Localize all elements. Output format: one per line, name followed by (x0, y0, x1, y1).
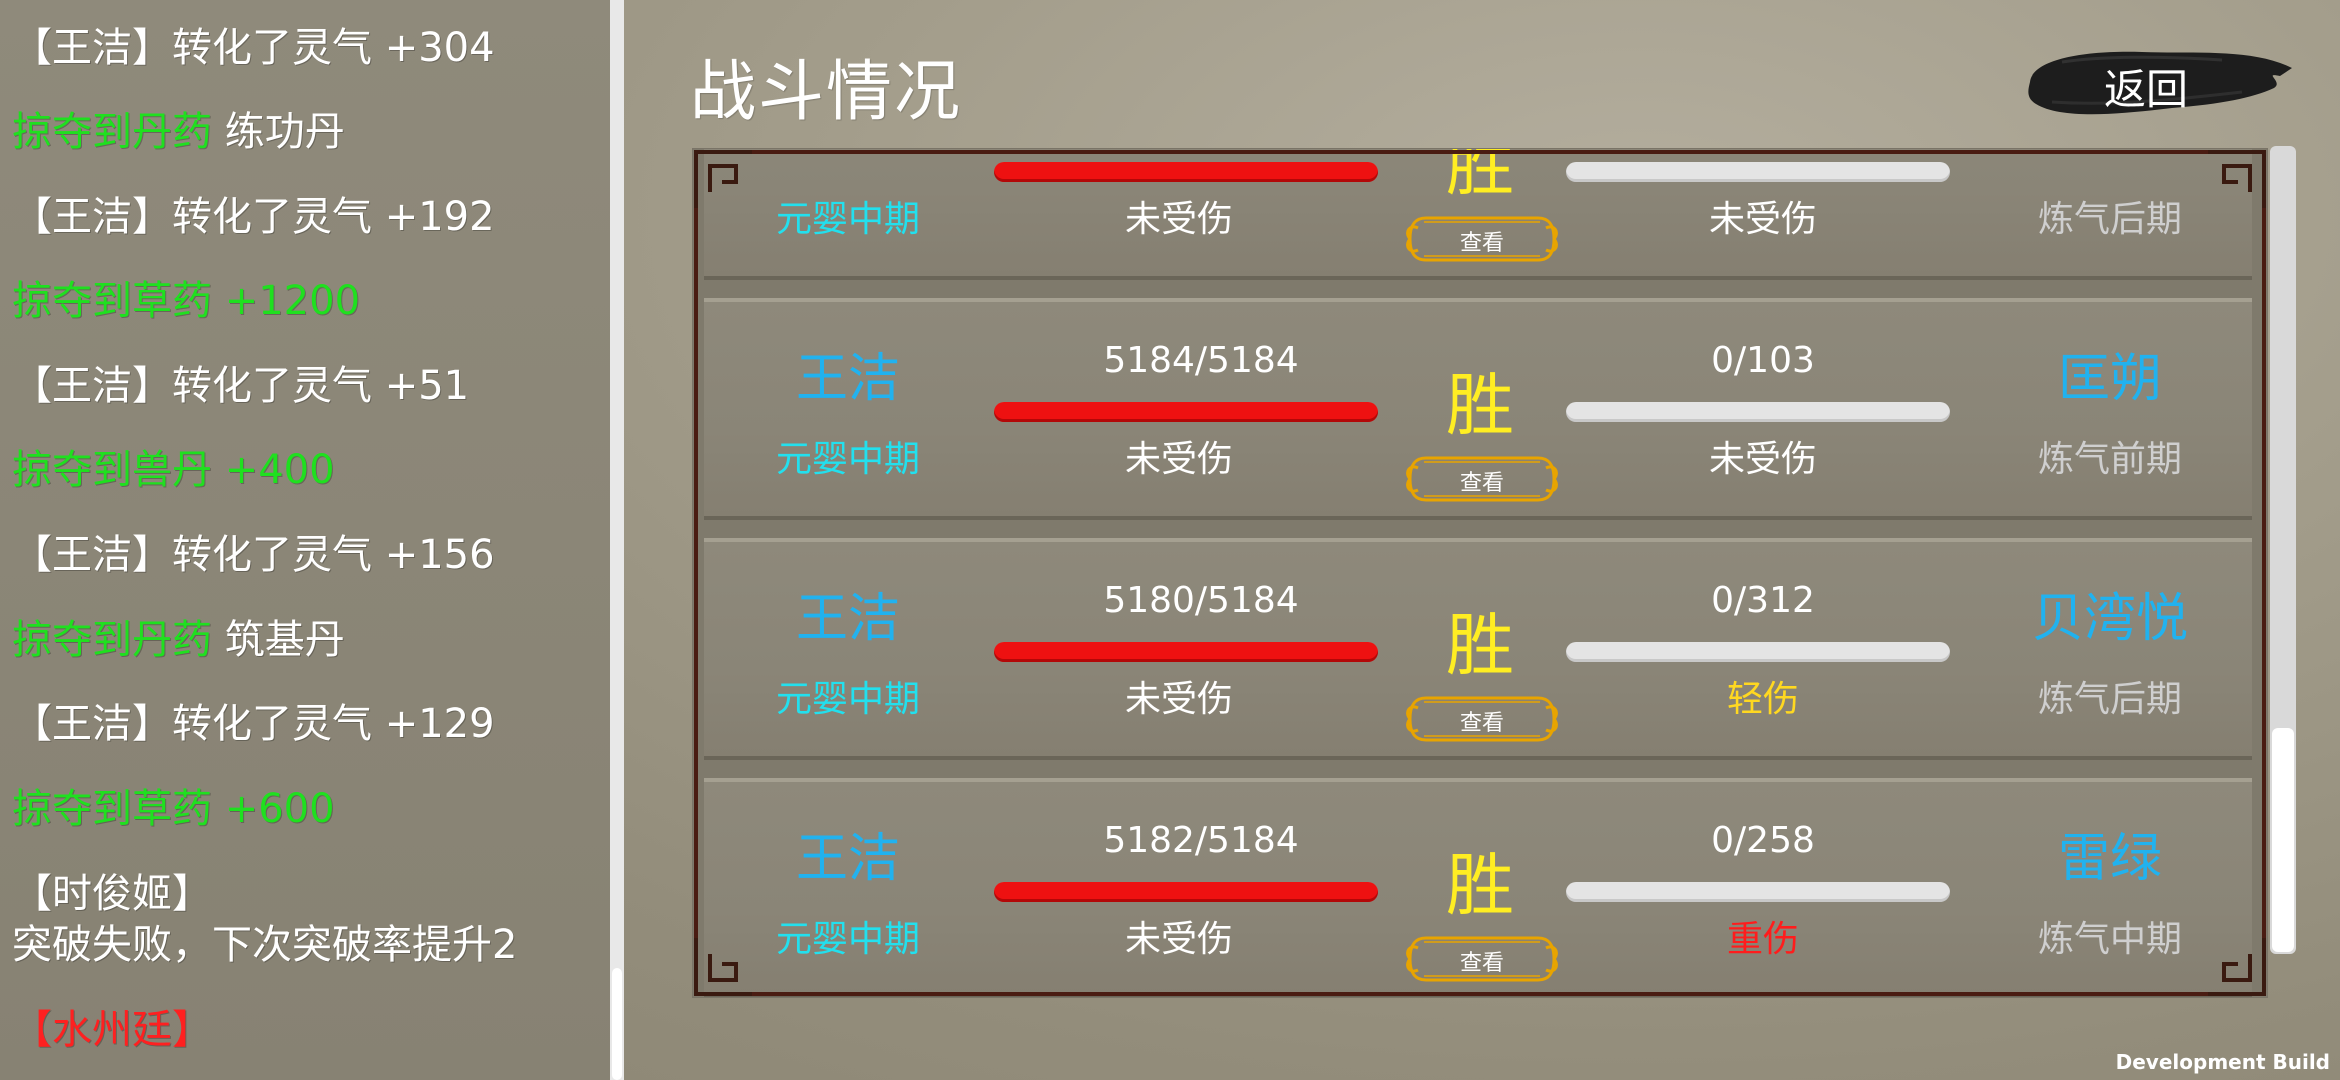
log-line-segment: 掠夺到丹药 (12, 617, 225, 663)
right-fighter-name: 贝湾悦 (2031, 589, 2188, 649)
log-scrollbar-thumb[interactable] (612, 968, 622, 1080)
log-line-segment: 【王洁】转化了灵气 +304 (12, 25, 495, 71)
log-line: 【王洁】转化了灵气 +156 (12, 531, 495, 579)
left-fighter-realm: 元婴中期 (775, 199, 920, 240)
view-button[interactable]: 查看 (1404, 932, 1560, 986)
left-injury-status: 未受伤 (1124, 439, 1233, 480)
log-line-segment: 突破失败，下次突破率提升2 (12, 922, 518, 968)
left-fighter-name: 王洁 (795, 349, 900, 409)
left-fighter-name: 王洁 (795, 589, 900, 649)
log-line-segment: 掠夺到草药 +1200 (12, 278, 361, 324)
battle-list[interactable]: 元婴中期 未受伤胜查看 未受伤 炼气后期 王洁 元婴中期 5184/5184 未受伤胜查看 0/… (692, 148, 2268, 998)
right-hp-bar-track (1566, 642, 1950, 662)
log-line: 【王洁】转化了灵气 +129 (12, 700, 495, 748)
view-button-label: 查看 (1459, 951, 1504, 976)
log-line-segment: 练功丹 (224, 109, 345, 155)
battle-list-scrollbar-thumb[interactable] (2272, 728, 2294, 952)
log-scrollbar[interactable] (610, 0, 624, 1080)
log-line: 掠夺到兽丹 +400 (12, 446, 335, 494)
left-fighter-realm: 元婴中期 (775, 439, 920, 480)
right-injury-status: 未受伤 (1708, 439, 1817, 480)
log-line: 掠夺到丹药 练功丹 (12, 108, 345, 156)
right-hp-text: 0/103 (1711, 340, 1815, 381)
page-title: 战斗情况 (690, 53, 962, 130)
development-build-label: Development Build (2115, 1050, 2330, 1074)
log-line: 掠夺到草药 +1200 (12, 277, 360, 325)
view-button[interactable]: 查看 (1404, 452, 1560, 506)
view-button-label: 查看 (1459, 471, 1504, 496)
log-line: 【王洁】转化了灵气 +304 (12, 24, 495, 72)
right-hp-text: 0/258 (1711, 820, 1815, 861)
right-hp-text: 0/312 (1711, 580, 1815, 621)
log-line-segment: 【王洁】转化了灵气 +192 (12, 194, 495, 240)
battle-row: 王洁元婴中期 5180/5184 未受伤 胜查看 0/312 轻伤 贝湾悦炼气后期 (704, 538, 2252, 760)
battle-result: 胜 (1445, 148, 1514, 206)
right-hp-bar-track (1566, 882, 1950, 902)
view-button-label: 查看 (1459, 711, 1504, 736)
log-line-segment: 【水州廷】 (12, 1007, 212, 1053)
log-line-segment: 筑基丹 (224, 617, 345, 663)
battle-row: 王洁元婴中期 5182/5184 未受伤 胜查看 0/258 重伤 雷绿炼气中期 (704, 778, 2252, 998)
right-fighter-realm: 炼气后期 (2037, 199, 2182, 240)
right-hp-bar-track (1566, 402, 1950, 422)
left-fighter-realm: 元婴中期 (775, 919, 920, 960)
right-fighter-realm: 炼气中期 (2037, 919, 2182, 960)
right-injury-status: 重伤 (1726, 919, 1799, 960)
left-hp-bar-fill (994, 642, 1378, 662)
left-hp-text: 5182/5184 (1103, 820, 1299, 861)
battle-row: 元婴中期 未受伤 胜查看 未受伤 炼气后期 (704, 148, 2252, 280)
left-injury-status: 未受伤 (1124, 919, 1233, 960)
right-hp-bar-track (1566, 162, 1950, 182)
left-injury-status: 未受伤 (1124, 199, 1233, 240)
log-line: 【王洁】转化了灵气 +51 (12, 362, 469, 410)
right-injury-status: 未受伤 (1708, 199, 1817, 240)
right-fighter-name: 匡朔 (2057, 349, 2162, 409)
log-line-segment: 掠夺到丹药 (12, 109, 225, 155)
left-hp-bar-fill (994, 402, 1378, 422)
left-fighter-name: 王洁 (795, 829, 900, 889)
battle-result: 胜 (1445, 607, 1514, 686)
battle-result: 胜 (1445, 367, 1514, 446)
battle-result: 胜 (1445, 847, 1514, 926)
battle-row: 王洁元婴中期 5184/5184 未受伤 胜查看 0/103 未受伤 匡朔炼气前期 (704, 298, 2252, 520)
view-button[interactable]: 查看 (1404, 692, 1560, 746)
right-fighter-realm: 炼气前期 (2037, 439, 2182, 480)
left-hp-text: 5184/5184 (1103, 340, 1299, 381)
log-line-segment: 【王洁】转化了灵气 +156 (12, 532, 495, 578)
log-line-segment: 掠夺到兽丹 +400 (12, 447, 335, 493)
log-line-segment: 掠夺到草药 +600 (12, 786, 335, 832)
log-line: 突破失败，下次突破率提升2 (12, 921, 517, 969)
log-line: 【时俊姬】 (12, 870, 212, 918)
view-button-label: 查看 (1459, 231, 1504, 256)
combat-log-panel[interactable]: 【王洁】转化了灵气 +304 掠夺到丹药 练功丹【王洁】转化了灵气 +192 掠夺到… (0, 0, 610, 1080)
view-button[interactable]: 查看 (1404, 212, 1560, 266)
back-button[interactable]: 返回 (2022, 42, 2298, 128)
left-fighter-realm: 元婴中期 (775, 679, 920, 720)
log-line: 【水州廷】 (12, 1006, 212, 1054)
log-line-segment: 【时俊姬】 (12, 871, 212, 917)
right-fighter-realm: 炼气后期 (2037, 679, 2182, 720)
left-hp-bar-fill (994, 162, 1378, 182)
left-hp-bar-fill (994, 882, 1378, 902)
log-line-segment: 【王洁】转化了灵气 +129 (12, 701, 495, 747)
log-line: 掠夺到草药 +600 (12, 785, 335, 833)
left-hp-text: 5180/5184 (1103, 580, 1299, 621)
log-line: 【王洁】转化了灵气 +192 (12, 193, 495, 241)
back-button-label: 返回 (2104, 65, 2189, 114)
right-fighter-name: 雷绿 (2057, 829, 2162, 889)
left-injury-status: 未受伤 (1124, 679, 1233, 720)
right-injury-status: 轻伤 (1726, 679, 1799, 720)
log-line: 掠夺到丹药 筑基丹 (12, 616, 345, 664)
log-line-segment: 【王洁】转化了灵气 +51 (12, 363, 470, 409)
